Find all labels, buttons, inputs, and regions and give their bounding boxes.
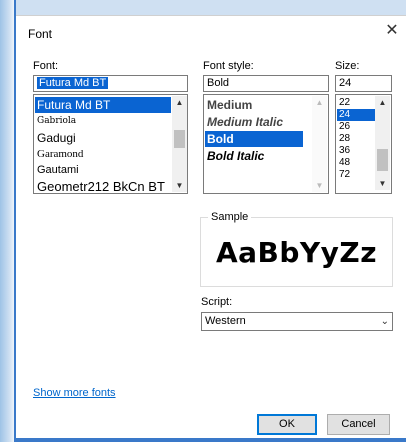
sample-preview-text: AaBbYyZz	[215, 236, 378, 269]
list-item[interactable]: Medium	[205, 97, 252, 113]
show-more-fonts-link[interactable]: Show more fonts	[33, 387, 116, 399]
size-label: Size:	[335, 60, 360, 72]
chevron-down-icon[interactable]: ⌄	[381, 313, 389, 330]
font-label: Font:	[33, 60, 59, 72]
script-label: Script:	[201, 296, 233, 308]
size-input[interactable]: 24	[335, 75, 392, 92]
list-item[interactable]: 26	[337, 121, 350, 133]
list-item[interactable]: Geometr212 BkCn BT	[35, 179, 165, 193]
list-item[interactable]: 24	[337, 109, 375, 121]
chevron-down-icon[interactable]: ▼	[312, 181, 327, 190]
font-style-list[interactable]: Medium Medium Italic Bold Bold Italic ▲ …	[203, 94, 329, 194]
font-name-input[interactable]: Futura Md BT	[33, 75, 188, 92]
dialog-title: Font	[28, 27, 53, 41]
close-icon[interactable]: ✕	[384, 23, 400, 39]
list-item[interactable]: Bold	[205, 131, 303, 147]
window-border-bottom	[16, 438, 406, 442]
list-item[interactable]: 72	[337, 169, 350, 181]
list-item[interactable]: Futura Md BT	[35, 97, 171, 113]
font-style-label: Font style:	[203, 60, 254, 72]
ok-button[interactable]: OK	[257, 414, 317, 435]
script-value: Western	[205, 315, 246, 327]
list-item[interactable]: Bold Italic	[205, 148, 264, 164]
chevron-down-icon[interactable]: ▼	[375, 179, 390, 188]
list-item[interactable]: 28	[337, 133, 350, 145]
font-list[interactable]: Futura Md BT Gabriola Gadugi Garamond Ga…	[33, 94, 188, 194]
cancel-button[interactable]: Cancel	[327, 414, 390, 435]
script-dropdown[interactable]: Western ⌄	[201, 312, 393, 331]
font-name-value: Futura Md BT	[37, 77, 109, 89]
window-border-left	[0, 0, 16, 442]
sample-label: Sample	[208, 211, 252, 223]
scrollbar-thumb[interactable]	[174, 130, 185, 148]
list-item[interactable]: 36	[337, 145, 350, 157]
list-item[interactable]: Gautami	[35, 163, 79, 178]
list-item[interactable]: Gadugi	[35, 130, 76, 146]
chevron-up-icon[interactable]: ▲	[375, 98, 390, 107]
list-item[interactable]: Medium Italic	[205, 114, 283, 130]
scrollbar-thumb[interactable]	[377, 149, 388, 171]
list-item[interactable]: Garamond	[35, 147, 83, 162]
list-item[interactable]: 48	[337, 157, 350, 169]
font-style-scrollbar[interactable]: ▲ ▼	[312, 96, 327, 192]
chevron-down-icon[interactable]: ▼	[172, 181, 187, 190]
list-item[interactable]: Gabriola	[35, 114, 76, 128]
font-list-scrollbar[interactable]: ▲ ▼	[172, 96, 187, 192]
chevron-up-icon[interactable]: ▲	[312, 98, 327, 107]
list-item[interactable]: 22	[337, 97, 350, 109]
size-list-scrollbar[interactable]: ▲ ▼	[375, 96, 390, 190]
font-style-input[interactable]: Bold	[203, 75, 329, 92]
size-list[interactable]: 22 24 26 28 36 48 72 ▲ ▼	[335, 94, 392, 194]
chevron-up-icon[interactable]: ▲	[172, 98, 187, 107]
